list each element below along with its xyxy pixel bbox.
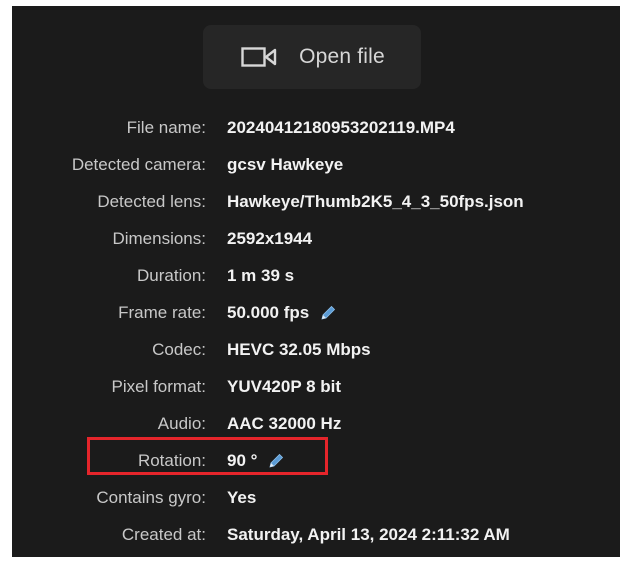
contains-gyro-label: Contains gyro: [96, 487, 206, 507]
dimensions-value: 2592x1944 [227, 228, 313, 248]
file-name-label: File name: [126, 117, 206, 137]
audio-label: Audio: [157, 413, 206, 433]
open-file-label: Open file [299, 45, 385, 68]
file-info-panel: Open file File name: 2024041218095320211… [12, 6, 620, 557]
frame-rate-label: Frame rate: [118, 302, 206, 322]
info-row-detected-camera: Detected camera: gcsv Hawkeye [12, 146, 620, 183]
info-row-rotation: Rotation: 90 ° [12, 442, 620, 479]
info-row-audio: Audio: AAC 32000 Hz [12, 405, 620, 442]
info-row-pixel-format: Pixel format: YUV420P 8 bit [12, 368, 620, 405]
open-file-button[interactable]: Open file [203, 25, 421, 89]
info-row-contains-gyro: Contains gyro: Yes [12, 479, 620, 516]
edit-frame-rate-pencil-icon[interactable] [319, 304, 337, 322]
file-name-value: 20240412180953202119.MP4 [227, 117, 455, 137]
dimensions-label: Dimensions: [112, 228, 206, 248]
audio-value: AAC 32000 Hz [227, 413, 342, 433]
info-row-created-at: Created at: Saturday, April 13, 2024 2:1… [12, 516, 620, 553]
file-info-list: File name: 20240412180953202119.MP4 Dete… [12, 109, 620, 553]
codec-label: Codec: [152, 339, 206, 359]
info-row-dimensions: Dimensions: 2592x1944 [12, 220, 620, 257]
created-at-value: Saturday, April 13, 2024 2:11:32 AM [227, 524, 510, 544]
detected-camera-value: gcsv Hawkeye [227, 154, 344, 174]
rotation-value: 90 ° [227, 451, 285, 471]
info-row-file-name: File name: 20240412180953202119.MP4 [12, 109, 620, 146]
rotation-label: Rotation: [137, 450, 206, 470]
duration-value: 1 m 39 s [227, 265, 295, 285]
detected-lens-value: Hawkeye/Thumb2K5_4_3_50fps.json [227, 191, 524, 211]
duration-label: Duration: [137, 265, 206, 285]
info-row-codec: Codec: HEVC 32.05 Mbps [12, 331, 620, 368]
codec-value: HEVC 32.05 Mbps [227, 339, 371, 359]
edit-rotation-pencil-icon[interactable] [267, 452, 285, 470]
detected-camera-label: Detected camera: [71, 154, 206, 174]
info-row-detected-lens: Detected lens: Hawkeye/Thumb2K5_4_3_50fp… [12, 183, 620, 220]
pixel-format-value: YUV420P 8 bit [227, 376, 342, 396]
contains-gyro-value: Yes [227, 487, 257, 507]
info-row-duration: Duration: 1 m 39 s [12, 257, 620, 294]
detected-lens-label: Detected lens: [97, 191, 206, 211]
info-row-frame-rate: Frame rate: 50.000 fps [12, 294, 620, 331]
created-at-label: Created at: [121, 524, 206, 544]
frame-rate-value: 50.000 fps [227, 303, 337, 323]
video-camera-icon [239, 45, 279, 69]
pixel-format-label: Pixel format: [111, 376, 206, 396]
